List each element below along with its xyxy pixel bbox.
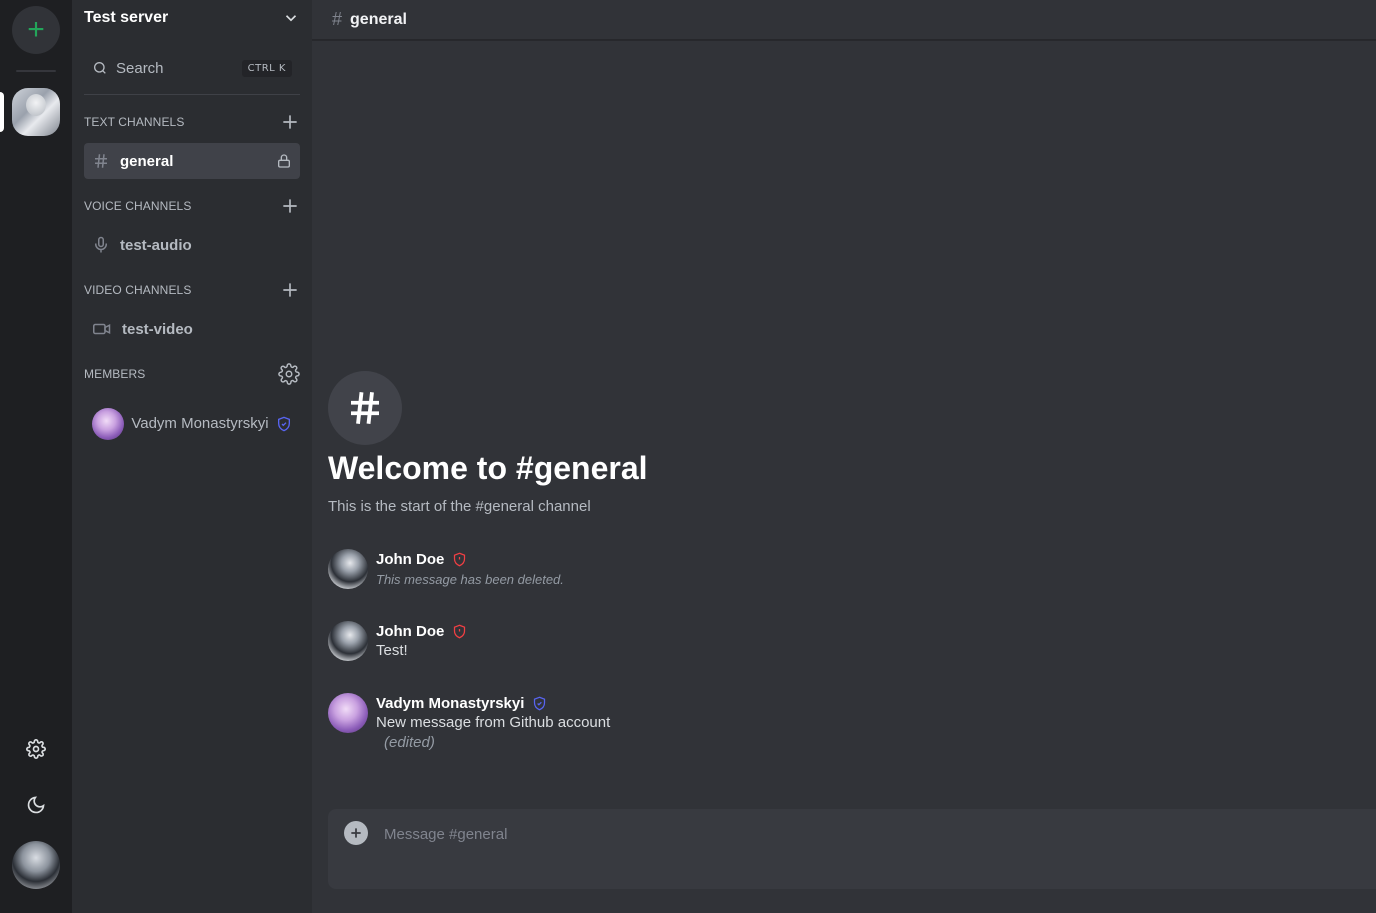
video-camera-icon: [93, 323, 111, 335]
category-label: VIDEO CHANNELS: [84, 283, 192, 297]
search-icon: [94, 61, 106, 74]
message-author[interactable]: John Doe: [376, 623, 444, 640]
category-label: VOICE CHANNELS: [84, 199, 192, 213]
user-avatar[interactable]: [12, 841, 60, 889]
sidebar-divider: [84, 94, 300, 95]
role-badge: [452, 624, 467, 639]
member-name: Vadym Monastyrskyi: [131, 415, 269, 432]
welcome-hash-badge: [328, 371, 402, 445]
server-rail: +: [0, 0, 72, 913]
server-icon-test-server[interactable]: [12, 88, 60, 136]
lock-icon: [278, 154, 290, 168]
avatar: [92, 408, 124, 440]
category-label: MEMBERS: [84, 367, 146, 381]
shield-check-icon: [534, 696, 546, 710]
category-video-channels: VIDEO CHANNELS: [84, 278, 300, 302]
search-label: Search: [116, 59, 164, 77]
server-name: Test server: [84, 9, 169, 26]
shield-alert-icon: [454, 624, 466, 638]
category-voice-channels: VOICE CHANNELS: [84, 194, 300, 218]
avatar[interactable]: [328, 621, 368, 661]
add-video-channel-icon[interactable]: [280, 280, 300, 300]
microphone-icon: [95, 236, 107, 253]
category-members: MEMBERS: [84, 362, 300, 386]
channel-label: test-audio: [120, 236, 192, 254]
category-label: TEXT CHANNELS: [84, 115, 185, 129]
shield-icon: [278, 416, 290, 432]
add-voice-channel-icon[interactable]: [280, 196, 300, 216]
hash-icon: [95, 154, 107, 168]
welcome-subtitle: This is the start of the #general channe…: [328, 498, 591, 515]
chevron-down-icon: [285, 15, 297, 22]
channel-topbar: # general: [312, 0, 1376, 40]
message-author[interactable]: Vadym Monastyrskyi: [376, 695, 524, 712]
welcome-title: Welcome to #general: [328, 450, 648, 486]
member-item[interactable]: Vadym Monastyrskyi: [84, 400, 300, 448]
app: + Test server Search CTRL K TEXT CHANNEL…: [0, 0, 1376, 913]
message-input[interactable]: [384, 823, 1284, 845]
channel-general[interactable]: general: [84, 143, 300, 179]
message-body: John Doe Test!: [376, 621, 467, 661]
add-text-channel-icon[interactable]: [280, 112, 300, 132]
active-server-indicator: [0, 92, 4, 132]
channel-label: general: [120, 152, 174, 170]
search-shortcut: CTRL K: [241, 59, 292, 77]
role-badge: [532, 696, 547, 711]
message-header: John Doe: [376, 621, 467, 641]
edited-label: (edited): [384, 734, 435, 751]
plus-icon: +: [27, 13, 45, 46]
category-text-channels: TEXT CHANNELS: [84, 110, 300, 134]
role-badge: [452, 552, 467, 567]
search-button[interactable]: Search CTRL K: [84, 52, 300, 84]
settings-button[interactable]: [20, 733, 52, 765]
add-server-button[interactable]: +: [12, 6, 60, 54]
attach-button[interactable]: [344, 821, 368, 845]
channel-label: test-video: [122, 320, 193, 338]
message-composer: [328, 809, 1376, 889]
message-text: New message from Github account: [376, 714, 611, 731]
channel-test-audio[interactable]: test-audio: [84, 227, 300, 263]
gear-icon: [26, 739, 46, 759]
chat-main: # general Welcome to #general This is th…: [312, 0, 1376, 913]
moon-icon: [27, 796, 45, 814]
avatar[interactable]: [328, 549, 368, 589]
shield-alert-icon: [454, 552, 466, 566]
rail-divider: [16, 70, 56, 72]
channel-sidebar: Test server Search CTRL K TEXT CHANNELS …: [72, 0, 312, 913]
message-header: Vadym Monastyrskyi: [376, 693, 610, 713]
message-author[interactable]: John Doe: [376, 551, 444, 568]
channel-test-video[interactable]: test-video: [84, 311, 300, 347]
message-text: This message has been deleted.: [376, 572, 564, 587]
theme-toggle-button[interactable]: [20, 789, 52, 821]
hash-icon: [351, 392, 379, 424]
hash-icon: #: [332, 9, 343, 29]
message-body: Vadym Monastyrskyi New message from Gith…: [376, 693, 610, 753]
avatar[interactable]: [328, 693, 368, 733]
page-title: general: [350, 10, 407, 28]
plus-icon: [351, 828, 361, 838]
gear-icon[interactable]: [278, 363, 300, 385]
message-text: Test!: [376, 642, 408, 659]
message-body: John Doe This message has been deleted.: [376, 549, 564, 591]
message-header: John Doe: [376, 549, 564, 569]
server-header[interactable]: Test server: [72, 0, 312, 36]
